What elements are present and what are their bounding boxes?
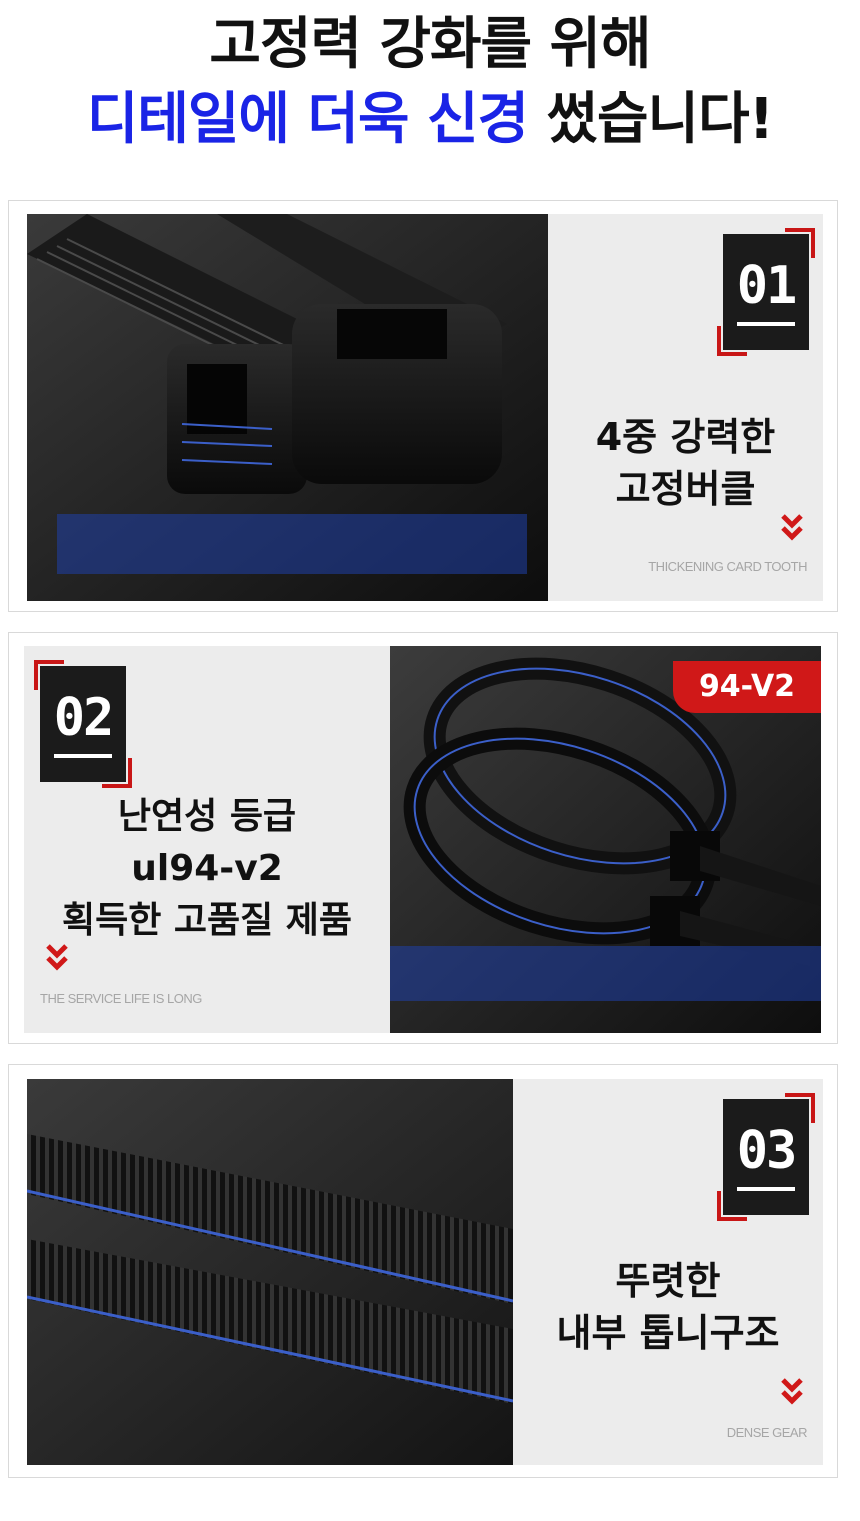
chevron-double-down-icon bbox=[781, 513, 803, 543]
step-number-badge-3: 03 bbox=[717, 1093, 815, 1221]
headline-rest: 썼습니다! bbox=[528, 87, 775, 152]
feature-caption-1: THICKENING CARD TOOTH bbox=[648, 559, 807, 574]
feature-title-3: 뚜렷한 내부 톱니구조 bbox=[556, 1259, 780, 1355]
cable-tie-buckle-photo bbox=[27, 214, 548, 601]
step-number-badge-2: 02 bbox=[34, 660, 132, 788]
headline-line-1: 고정력 강화를 위해 bbox=[209, 12, 651, 77]
headline-highlight: 디테일에 더욱 신경 bbox=[86, 87, 529, 152]
feature-panel-3: 03 뚜렷한 내부 톱니구조 DENSE GEAR bbox=[8, 1064, 838, 1478]
feature-panel-1: 01 4중 강력한 고정버클 THICKENING CARD TOOTH bbox=[8, 200, 838, 612]
feature-title-2: 난연성 등급 ul94-v2 획득한 고품질 제품 bbox=[61, 796, 353, 941]
flame-rating-tag: 94-V2 bbox=[673, 661, 821, 713]
step-number-badge-1: 01 bbox=[717, 228, 815, 356]
feature-title-1: 4중 강력한 고정버클 bbox=[595, 415, 776, 511]
chevron-double-down-icon bbox=[781, 1377, 803, 1407]
chevron-double-down-icon bbox=[46, 943, 68, 973]
step-number-1: 01 bbox=[736, 256, 798, 316]
step-number-2: 02 bbox=[53, 688, 115, 748]
cable-tie-gear-photo bbox=[27, 1079, 513, 1465]
feature-panel-2: 94-V2 02 난연성 등급 ul94-v2 획득한 고품질 제품 THE S… bbox=[8, 632, 838, 1044]
feature-caption-3: DENSE GEAR bbox=[726, 1425, 808, 1440]
feature-caption-2: THE SERVICE LIFE IS LONG bbox=[40, 991, 202, 1006]
step-number-3: 03 bbox=[736, 1121, 798, 1181]
headline-line-2: 디테일에 더욱 신경 썼습니다! bbox=[0, 85, 860, 155]
